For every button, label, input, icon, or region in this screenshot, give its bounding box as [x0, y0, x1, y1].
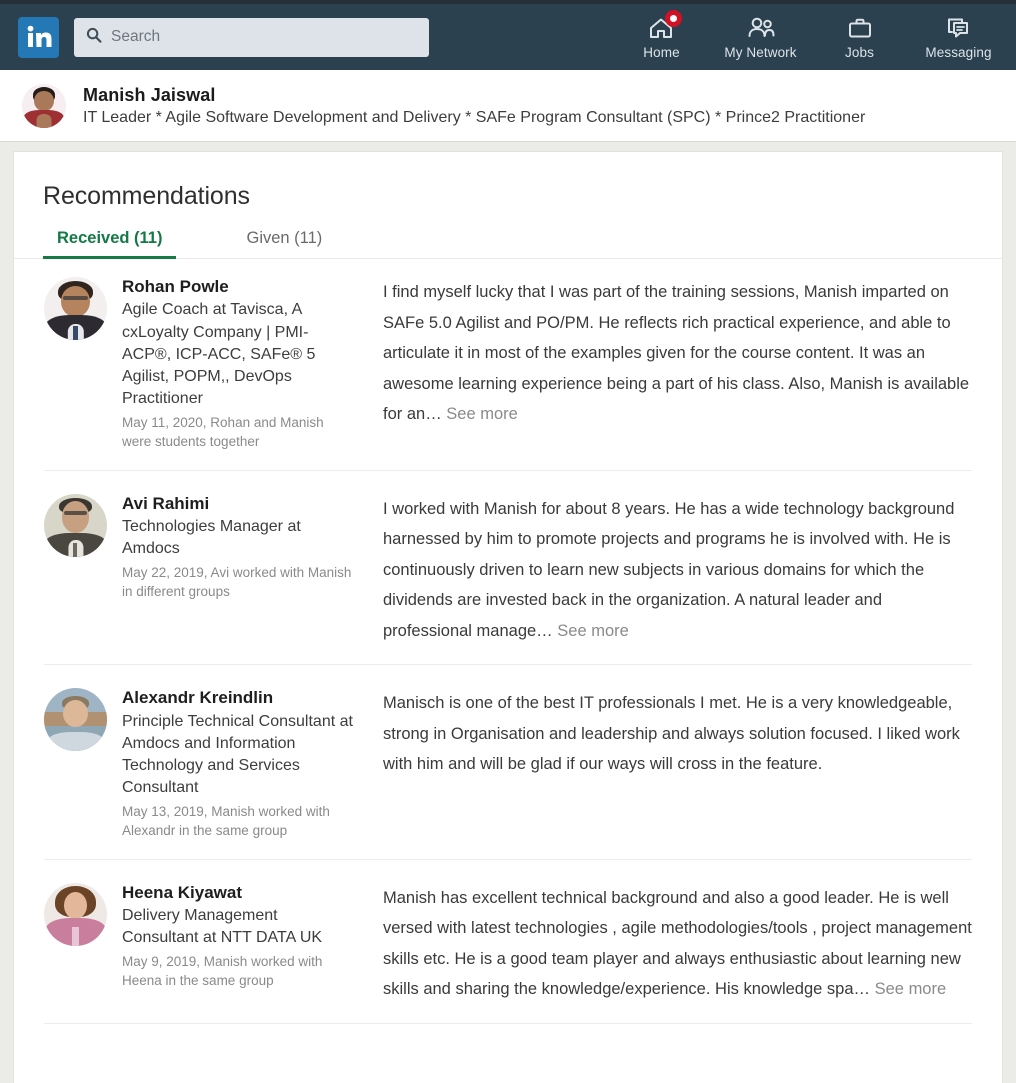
recommender-info: Avi Rahimi Technologies Manager at Amdoc…: [44, 492, 356, 602]
see-more-link[interactable]: See more: [446, 405, 518, 423]
recommendations-card: Recommendations Received (11) Given (11): [13, 151, 1003, 1083]
recommender-name[interactable]: Rohan Powle: [122, 276, 356, 298]
recommendation-text-wrap: Manisch is one of the best IT profession…: [356, 686, 972, 780]
recommender-info: Rohan Powle Agile Coach at Tavisca, A cx…: [44, 275, 356, 452]
recommendation-item: Alexandr Kreindlin Principle Technical C…: [44, 665, 972, 860]
recommender-name[interactable]: Alexandr Kreindlin: [122, 687, 356, 709]
profile-name: Manish Jaiswal: [83, 84, 216, 105]
tab-received[interactable]: Received (11): [43, 229, 177, 259]
recommendation-date: May 11, 2020, Rohan and Manish were stud…: [122, 414, 324, 449]
recommendation-text-wrap: Manish has excellent technical backgroun…: [356, 881, 972, 1005]
tab-received-label: Received (11): [57, 229, 163, 247]
recommendation-text: I find myself lucky that I was part of t…: [383, 283, 970, 424]
recommender-meta: Rohan Powle Agile Coach at Tavisca, A cx…: [122, 275, 356, 452]
linkedin-logo-icon[interactable]: [18, 16, 59, 58]
recommender-avatar[interactable]: [44, 493, 107, 557]
tab-spacer: [176, 229, 232, 258]
recommender-meta: Alexandr Kreindlin Principle Technical C…: [122, 686, 356, 841]
recommender-role: Delivery Management Consultant at NTT DA…: [122, 907, 323, 947]
page-body: Recommendations Received (11) Given (11): [0, 142, 1016, 1083]
recommender-meta: Avi Rahimi Technologies Manager at Amdoc…: [122, 492, 356, 602]
nav-item-home-label: Home: [643, 45, 680, 60]
recommender-avatar[interactable]: [44, 882, 107, 946]
messaging-chat-icon: [945, 14, 972, 42]
profile-text: Manish Jaiswal IT Leader * Agile Softwar…: [83, 85, 865, 127]
nav-item-my-network[interactable]: My Network: [711, 4, 810, 70]
nav-item-messaging[interactable]: Messaging: [909, 4, 1008, 70]
nav-item-my-network-label: My Network: [724, 45, 797, 60]
see-more-link[interactable]: See more: [557, 622, 629, 640]
nav-item-home[interactable]: Home: [612, 4, 711, 70]
nav-item-jobs[interactable]: Jobs: [810, 4, 909, 70]
recommendation-text-wrap: I worked with Manish for about 8 years. …: [356, 492, 972, 647]
page-title: Recommendations: [43, 182, 250, 210]
home-icon: [648, 10, 682, 42]
home-notification-badge: [665, 10, 682, 27]
nav-item-messaging-label: Messaging: [925, 45, 992, 60]
recommendation-text: Manisch is one of the best IT profession…: [383, 694, 960, 774]
search-box[interactable]: [74, 17, 429, 57]
recommendation-date: May 22, 2019, Avi worked with Manish in …: [122, 565, 352, 600]
tab-given-label: Given (11): [246, 229, 323, 247]
recommender-role: Technologies Manager at Amdocs: [122, 518, 301, 558]
recommender-info: Alexandr Kreindlin Principle Technical C…: [44, 686, 356, 841]
recommendation-item: Avi Rahimi Technologies Manager at Amdoc…: [44, 471, 972, 666]
tab-given[interactable]: Given (11): [232, 229, 336, 258]
nav-item-jobs-label: Jobs: [845, 45, 874, 60]
recommender-role: Agile Coach at Tavisca, A cxLoyalty Comp…: [122, 301, 316, 407]
profile-summary-bar: Manish Jaiswal IT Leader * Agile Softwar…: [0, 70, 1016, 142]
recommendation-text: I worked with Manish for about 8 years. …: [383, 499, 955, 640]
recommender-info: Heena Kiyawat Delivery Management Consul…: [44, 881, 356, 991]
recommender-meta: Heena Kiyawat Delivery Management Consul…: [122, 881, 356, 991]
recommender-name[interactable]: Heena Kiyawat: [122, 882, 356, 904]
recommender-name[interactable]: Avi Rahimi: [122, 493, 356, 515]
recommendation-text-wrap: I find myself lucky that I was part of t…: [356, 275, 972, 430]
recommendation-date: May 9, 2019, Manish worked with Heena in…: [122, 954, 323, 989]
recommender-avatar[interactable]: [44, 688, 107, 752]
recommendations-list: Rohan Powle Agile Coach at Tavisca, A cx…: [14, 259, 1002, 1024]
recommendations-tabs: Received (11) Given (11): [14, 229, 1002, 259]
search-input[interactable]: [111, 28, 417, 46]
recommender-role: Principle Technical Consultant at Amdocs…: [122, 712, 353, 796]
see-more-link[interactable]: See more: [875, 980, 947, 998]
global-navbar: Home My Network Jobs: [0, 4, 1016, 70]
search-icon: [86, 27, 102, 48]
nav-items: Home My Network Jobs Messaging: [612, 4, 1008, 70]
network-people-icon: [746, 14, 776, 42]
briefcase-icon: [847, 14, 873, 42]
recommendation-item: Rohan Powle Agile Coach at Tavisca, A cx…: [44, 259, 972, 471]
recommendation-date: May 13, 2019, Manish worked with Alexand…: [122, 803, 330, 838]
profile-avatar[interactable]: [22, 83, 66, 128]
recommendation-item: Heena Kiyawat Delivery Management Consul…: [44, 860, 972, 1024]
recommender-avatar[interactable]: [44, 277, 107, 340]
profile-headline: IT Leader * Agile Software Development a…: [83, 108, 866, 126]
